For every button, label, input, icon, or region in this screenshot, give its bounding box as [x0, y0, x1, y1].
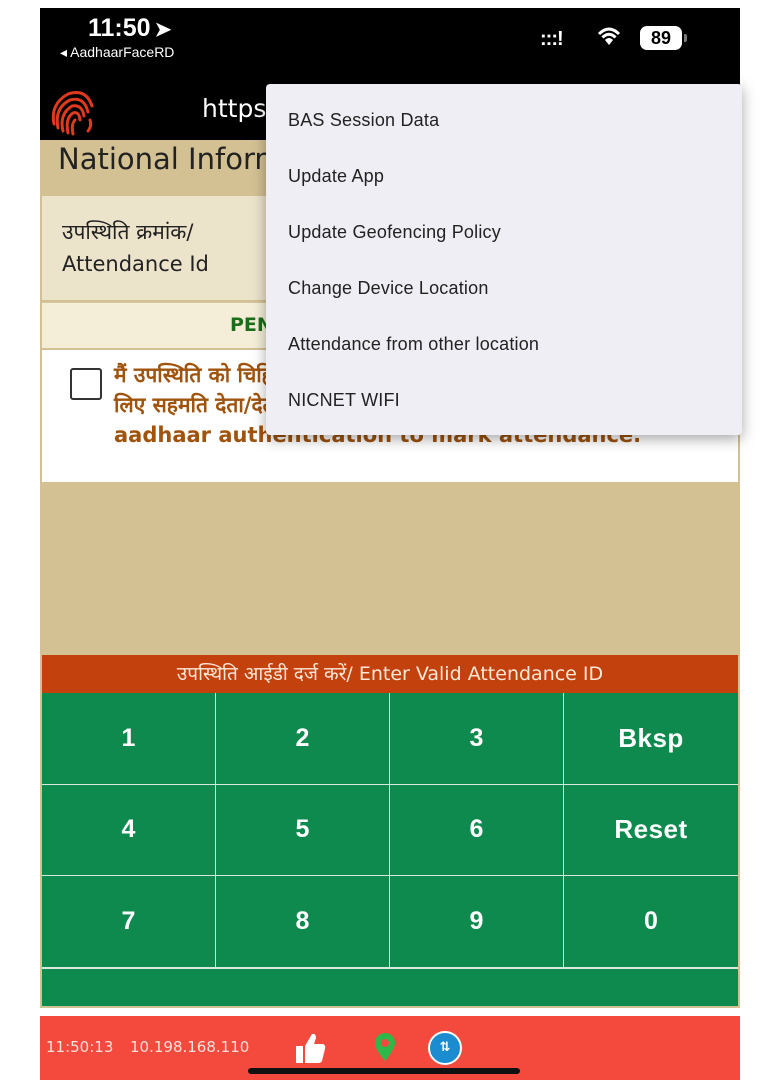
battery-indicator: 89	[640, 26, 687, 50]
page-url: https:	[202, 94, 275, 123]
sync-icon[interactable]: ⇅	[428, 1031, 462, 1065]
ip-address: 10.198.168.110	[130, 1038, 250, 1056]
menu-item-bas-session-data[interactable]: BAS Session Data	[266, 92, 742, 148]
key-5[interactable]: 5	[216, 784, 390, 877]
home-indicator[interactable]	[248, 1068, 520, 1074]
consent-checkbox[interactable]	[70, 368, 102, 400]
location-pin-icon	[375, 1033, 395, 1061]
key-8[interactable]: 8	[216, 876, 390, 968]
key-6[interactable]: 6	[390, 784, 564, 877]
overflow-menu: BAS Session Data Update App Update Geofe…	[266, 84, 742, 435]
key-0[interactable]: 0	[564, 876, 738, 968]
menu-item-attendance-other-location[interactable]: Attendance from other location	[266, 316, 742, 372]
thumbs-up-icon	[296, 1033, 326, 1063]
back-to-app-link[interactable]: ◂ AadhaarFaceRD	[60, 44, 174, 61]
reset-key[interactable]: Reset	[564, 784, 738, 877]
fingerprint-logo-icon	[51, 91, 94, 136]
key-3[interactable]: 3	[390, 693, 564, 785]
attendance-id-label: उपस्थिति क्रमांक/ Attendance Id	[62, 220, 209, 276]
menu-item-update-geofencing-policy[interactable]: Update Geofencing Policy	[266, 204, 742, 260]
bottom-clock: 11:50:13	[46, 1038, 114, 1056]
backspace-key[interactable]: Bksp	[564, 693, 738, 785]
status-bar: 11:50 ➤ ◂ AadhaarFaceRD :::! 89	[40, 8, 740, 80]
cellular-signal-icon: :::!	[540, 28, 564, 50]
key-9[interactable]: 9	[390, 876, 564, 968]
menu-item-nicnet-wifi[interactable]: NICNET WIFI	[266, 372, 742, 428]
clock: 11:50 ➤	[88, 14, 171, 43]
wifi-icon	[597, 27, 621, 45]
menu-item-update-app[interactable]: Update App	[266, 148, 742, 204]
numeric-keypad: 1 2 3 Bksp 4 5 6 Reset 7 8 9 0	[42, 693, 738, 968]
clock-text: 11:50	[88, 14, 151, 42]
key-1[interactable]: 1	[42, 693, 216, 785]
keypad-footer	[42, 968, 738, 1006]
key-7[interactable]: 7	[42, 876, 216, 968]
location-arrow-icon: ➤	[154, 19, 172, 41]
menu-item-change-device-location[interactable]: Change Device Location	[266, 260, 742, 316]
key-4[interactable]: 4	[42, 784, 216, 877]
key-2[interactable]: 2	[216, 693, 390, 785]
phone-screen: 11:50 ➤ ◂ AadhaarFaceRD :::! 89 https: Na…	[0, 0, 761, 1080]
enter-attendance-id-banner: उपस्थिति आईडी दर्ज करें/ Enter Valid Att…	[42, 655, 738, 693]
